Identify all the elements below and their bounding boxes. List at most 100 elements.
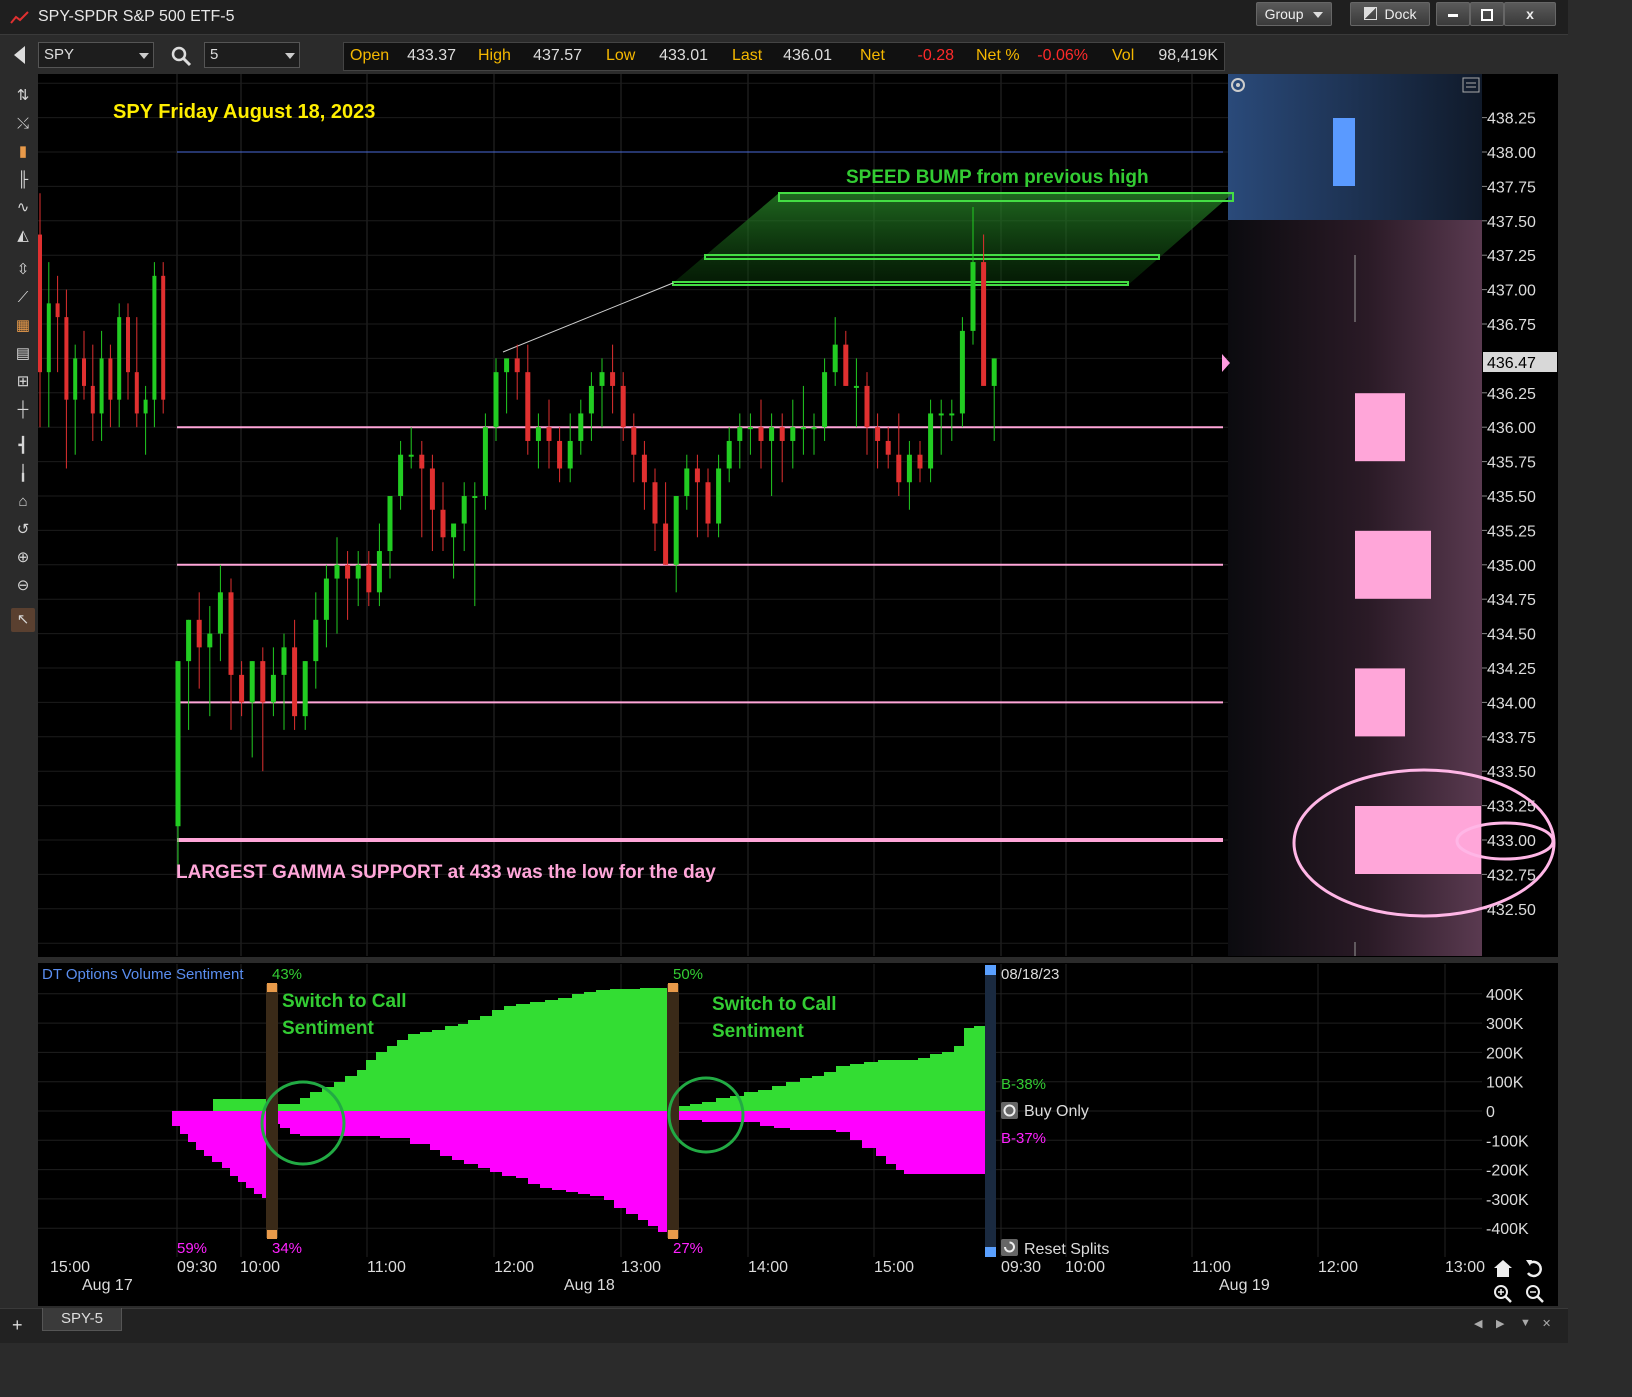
reset-splits-label[interactable]: Reset Splits [1024,1241,1109,1258]
tab-label: SPY-5 [61,1310,103,1327]
split-handle[interactable] [267,983,277,992]
candlestick-icon[interactable]: ▮ [11,140,35,164]
zoom-out-icon[interactable]: ⊖ [11,574,35,598]
search-icon[interactable] [170,45,192,67]
trendline-icon[interactable]: ⟋ [11,286,35,310]
interval-input[interactable]: 5 [204,42,300,68]
put-gamma-bar [1355,393,1405,462]
tab-settings-icon[interactable]: ✕ [1542,1317,1551,1330]
quote-last-value: 436.01 [783,47,832,64]
bottom-tab-bar: + ◀ ▶ ▼ ✕ [0,1308,1568,1343]
cursor-icon[interactable]: ⤯ [11,112,35,136]
candle-body [64,317,69,400]
switch-annotation: Sentiment [712,1021,805,1042]
candle-body [726,440,732,469]
zoom-in-icon[interactable]: ⊕ [11,546,35,570]
split-handle[interactable] [985,965,996,975]
candle-body [620,385,626,428]
split-marker-bar[interactable] [266,984,278,1238]
tab-list-icon[interactable]: ▼ [1520,1317,1531,1329]
tab-scroll-left-icon[interactable]: ◀ [1474,1317,1482,1330]
price-tick-label: 437.00 [1487,283,1536,300]
price-tick-label: 436.75 [1487,317,1536,334]
price-tick-label: 434.25 [1487,661,1536,678]
candle-body [355,564,361,579]
quote-netpct-value: -0.06% [1037,47,1088,64]
candle-body [557,440,563,469]
split-handle[interactable] [668,1230,678,1239]
buy-only-label[interactable]: Buy Only [1024,1103,1089,1120]
home-icon[interactable]: ⌂ [11,490,35,514]
candle-body [196,619,202,648]
collapse-arrow-icon[interactable] [14,46,25,64]
price-tick-label: 435.00 [1487,558,1536,575]
date-label: Aug 18 [564,1277,615,1294]
tab-scroll-right-icon[interactable]: ▶ [1496,1317,1504,1330]
pane-divider[interactable] [38,957,1558,963]
chart-area[interactable]: SPY Friday August 18, 2023 SPEED BUMP fr… [38,74,1558,1306]
dock-button[interactable]: Dock [1350,2,1430,26]
pointer-icon[interactable]: ↖ [11,608,35,632]
tick-tool-icon[interactable]: ╽ [11,462,35,486]
candle-body [270,674,276,703]
arrows-icon[interactable]: ⇅ [11,84,35,108]
undo-icon[interactable]: ↺ [11,518,35,542]
date-label: Aug 17 [82,1277,133,1294]
last-price-label: 436.47 [1487,355,1536,372]
area-chart-icon[interactable]: ◭ [11,224,35,248]
close-icon: x [1526,6,1534,22]
grid-icon[interactable]: ▦ [11,314,35,338]
symbol-input[interactable]: SPY [38,42,154,68]
buy-only-gear-icon[interactable] [1001,1102,1018,1119]
candle-body [143,399,148,414]
candle-body [800,427,806,430]
candle-body [207,633,213,648]
tab-spy-5[interactable]: SPY-5 [42,1308,122,1331]
candle-body [482,427,488,496]
split-handle[interactable] [985,1247,996,1257]
gamma-support-annotation: LARGEST GAMMA SUPPORT at 433 was the low… [176,862,716,883]
speed-bump-annotation: SPEED BUMP from previous high [846,167,1149,188]
call-gamma-bar [1333,118,1355,186]
bar-tool-icon[interactable]: ┫ [11,434,35,458]
put-gamma-bar [1355,530,1431,599]
quote-low-value: 433.01 [659,47,708,64]
candle-body [175,661,181,827]
candle-body [387,496,393,552]
split-handle[interactable] [267,1230,277,1239]
minimize-button[interactable] [1436,2,1470,26]
table-icon[interactable]: ▤ [11,342,35,366]
crosshair-icon[interactable]: ┼ [11,398,35,422]
candle-body [99,358,104,414]
reset-splits-icon[interactable] [1001,1239,1018,1256]
candle-body [38,234,42,373]
indicator-name[interactable]: DT Options Volume Sentiment [42,966,244,983]
maximize-button[interactable] [1470,2,1504,26]
crosshair-grid-icon[interactable]: ⊞ [11,370,35,394]
candle-body [546,427,552,441]
candle-body [832,344,838,373]
price-tick-label: 434.00 [1487,695,1536,712]
time-tick-label: 10:00 [1065,1259,1105,1276]
split-marker-bar[interactable] [985,965,996,1257]
candle-body [981,262,987,386]
candle-body [376,551,382,593]
candle-body [126,317,130,373]
time-tick-label: 10:00 [240,1259,280,1276]
candle-body [769,427,775,441]
price-scale-icon[interactable]: ⇳ [11,258,35,282]
quote-vol-value: 98,419K [1158,47,1218,64]
ohlc-bar-icon[interactable]: ╟ [11,168,35,192]
candle-body [959,330,965,414]
dock-icon [1363,7,1377,20]
add-tab-icon[interactable]: + [12,1315,23,1336]
split-handle[interactable] [668,983,678,992]
candle-body [302,661,308,717]
candle-body [588,385,594,414]
group-button[interactable]: Group [1256,2,1332,26]
b-put-label: B-37% [1001,1130,1046,1147]
candle-body [323,578,329,620]
sentiment-axis-label: 300K [1486,1016,1524,1033]
line-chart-icon[interactable]: ∿ [11,196,35,220]
close-button[interactable]: x [1504,2,1556,26]
